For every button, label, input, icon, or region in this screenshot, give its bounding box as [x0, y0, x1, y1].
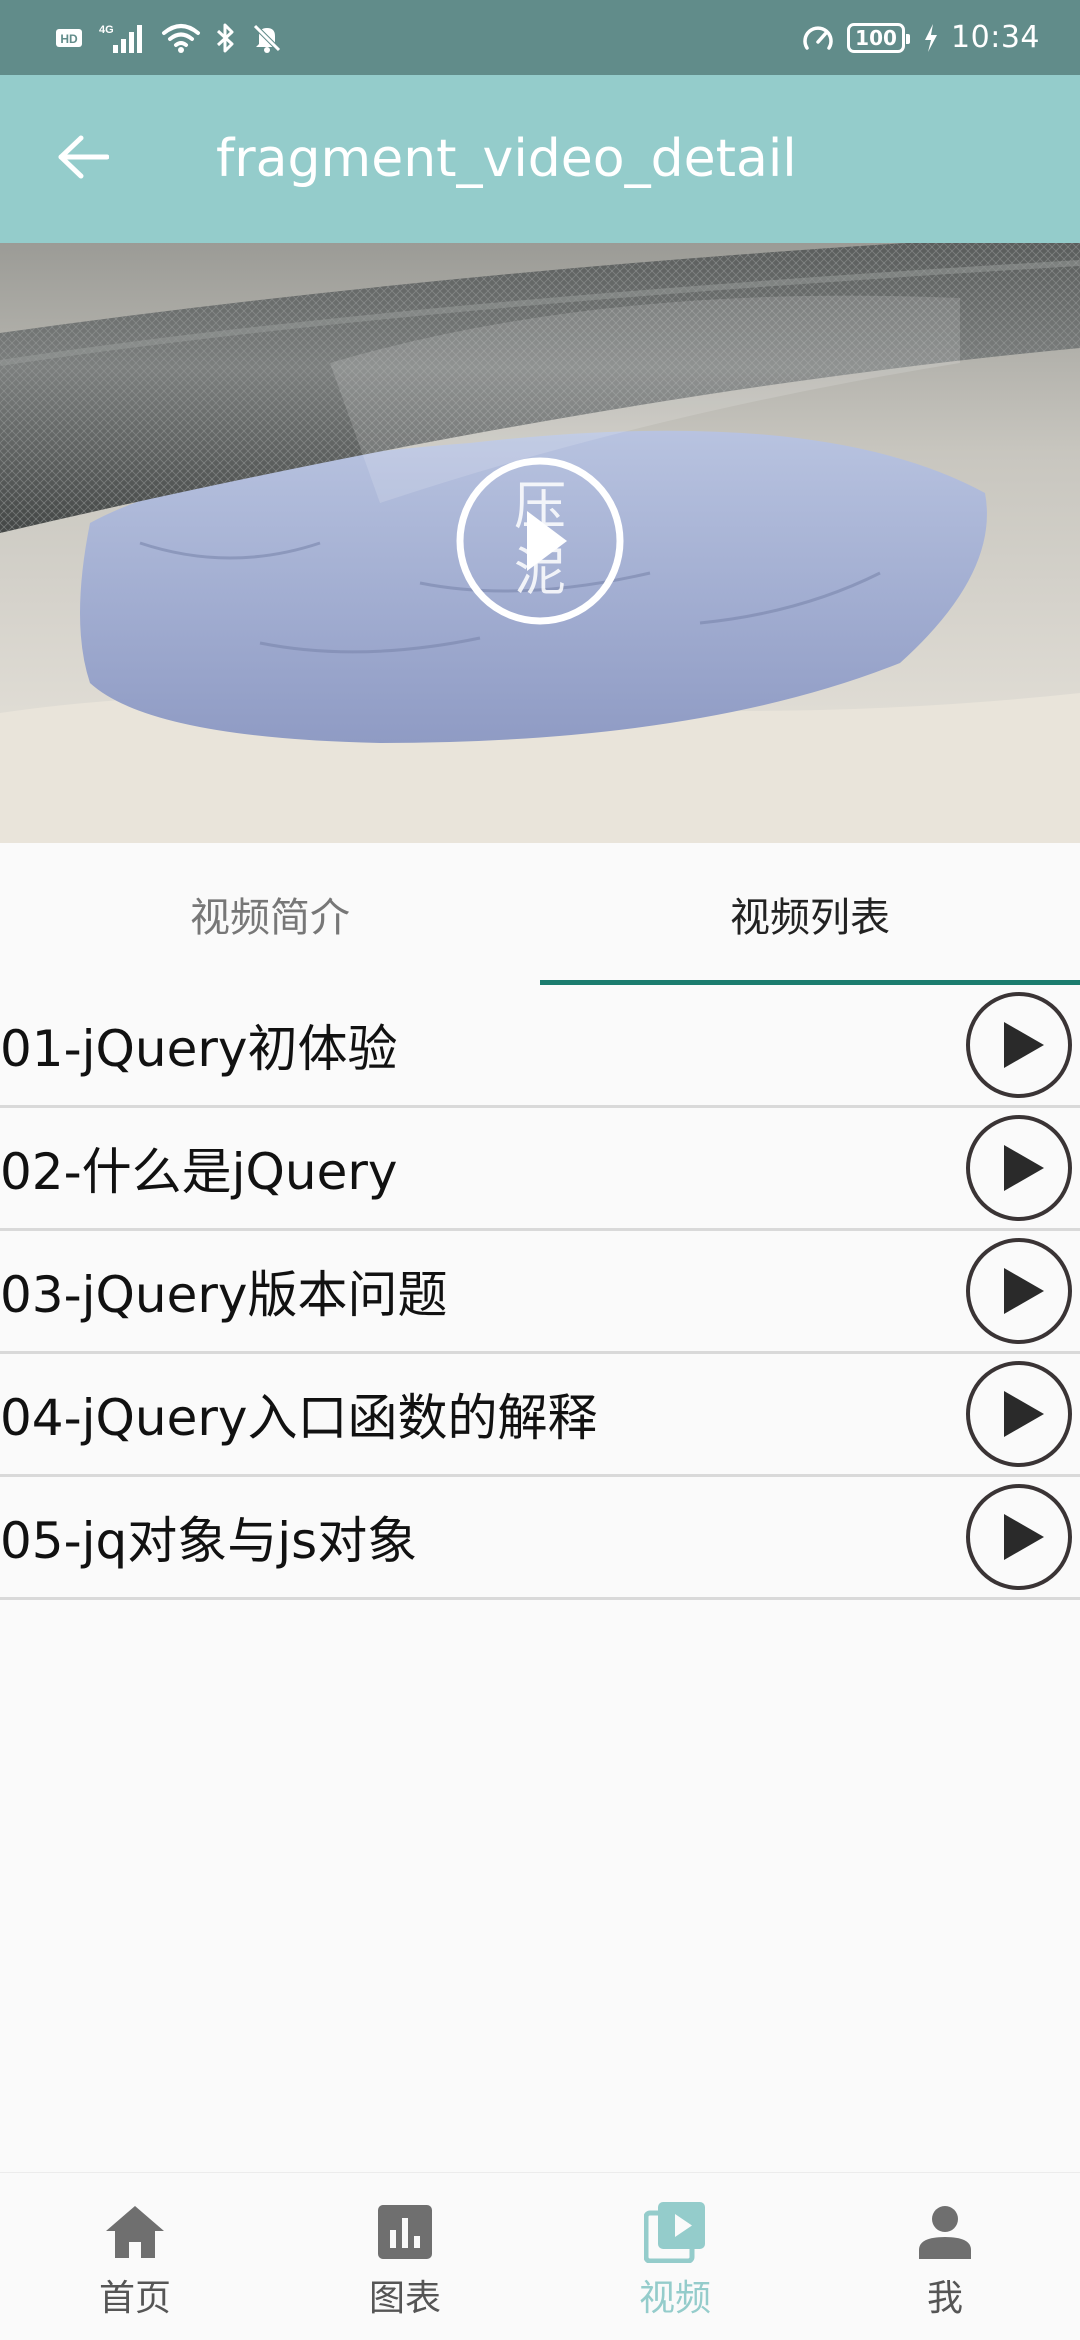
- screen: HD 4G 100 10:34 fragment_video_detail 压 …: [0, 0, 1080, 2340]
- list-item[interactable]: 01-jQuery初体验: [0, 985, 1080, 1108]
- status-bar: HD 4G 100 10:34: [0, 0, 1080, 75]
- mute-icon: [251, 22, 283, 54]
- status-time: 10:34: [951, 20, 1040, 55]
- list-item[interactable]: 02-什么是jQuery: [0, 1108, 1080, 1231]
- play-circle-icon[interactable]: [964, 990, 1074, 1100]
- hd-icon: HD: [55, 26, 83, 50]
- video-title: 01-jQuery初体验: [0, 1020, 398, 1078]
- video-play-button[interactable]: 压 泥: [455, 456, 625, 626]
- bluetooth-icon: [215, 22, 237, 54]
- video-title: 04-jQuery入口函数的解释: [0, 1389, 598, 1447]
- nav-item-home[interactable]: 首页: [0, 2173, 270, 2340]
- network-label: 4G: [99, 24, 114, 36]
- play-circle-icon[interactable]: [964, 1359, 1074, 1469]
- list-item[interactable]: 05-jq对象与js对象: [0, 1477, 1080, 1600]
- list-item[interactable]: 04-jQuery入口函数的解释: [0, 1354, 1080, 1477]
- list-item[interactable]: 03-jQuery版本问题: [0, 1231, 1080, 1354]
- tab-video-list[interactable]: 视频列表: [540, 843, 1080, 985]
- nav-item-chart[interactable]: 图表: [270, 2173, 540, 2340]
- tab-bar: 视频简介 视频列表: [0, 843, 1080, 985]
- signal-4g-icon: 4G: [97, 21, 147, 55]
- play-circle-icon[interactable]: [964, 1236, 1074, 1346]
- play-circle-icon[interactable]: [964, 1113, 1074, 1223]
- video-player[interactable]: 压 泥: [0, 243, 1080, 843]
- chart-icon: [374, 2201, 436, 2263]
- battery-indicator: 100: [847, 22, 911, 53]
- charging-icon: [923, 23, 939, 53]
- bottom-navigation: 首页 图表 视频 我: [0, 2172, 1080, 2340]
- video-title: 05-jq对象与js对象: [0, 1512, 418, 1570]
- video-library-icon: [644, 2201, 706, 2263]
- nav-label-home: 首页: [98, 2278, 171, 2319]
- app-bar: fragment_video_detail: [0, 75, 1080, 243]
- video-title: 02-什么是jQuery: [0, 1143, 398, 1201]
- person-icon: [914, 2201, 976, 2263]
- back-button[interactable]: [38, 114, 128, 204]
- nav-label-chart: 图表: [368, 2278, 441, 2319]
- nav-label-me: 我: [926, 2278, 963, 2319]
- nav-label-video: 视频: [638, 2278, 711, 2319]
- tab-video-intro[interactable]: 视频简介: [0, 843, 540, 985]
- page-title: fragment_video_detail: [216, 129, 797, 189]
- status-left-icons: HD 4G: [55, 21, 283, 55]
- video-title: 03-jQuery版本问题: [0, 1266, 448, 1324]
- arrow-back-icon: [57, 135, 110, 183]
- status-right-icons: 100 10:34: [801, 20, 1040, 55]
- nav-item-me[interactable]: 我: [810, 2173, 1080, 2340]
- home-icon: [104, 2201, 166, 2263]
- play-circle-icon[interactable]: [964, 1482, 1074, 1592]
- wifi-icon: [161, 22, 201, 54]
- video-list: 01-jQuery初体验 02-什么是jQuery 03-jQuery版本问题 …: [0, 985, 1080, 1600]
- speedometer-icon: [801, 22, 835, 54]
- hd-label: HD: [60, 32, 78, 46]
- nav-item-video[interactable]: 视频: [540, 2173, 810, 2340]
